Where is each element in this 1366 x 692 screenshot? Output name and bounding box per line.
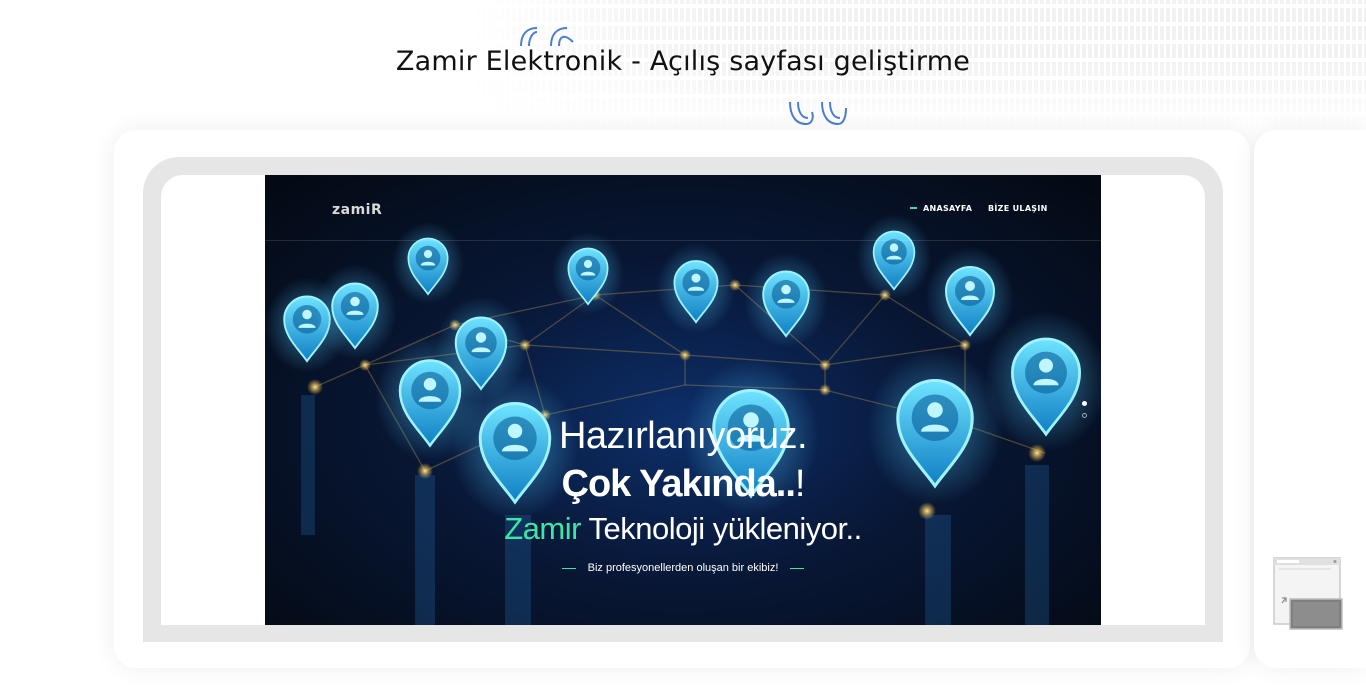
hero-heading-exclaim: ! bbox=[794, 463, 806, 505]
hero-line3-rest: Teknoloji yükleniyor.. bbox=[580, 511, 862, 546]
quote-open-icon bbox=[520, 27, 574, 47]
slider-dot-1[interactable] bbox=[1082, 401, 1087, 406]
tagline-text: Biz profesyonellerden oluşan bir ekibiz! bbox=[587, 562, 779, 574]
tagline-divider-left bbox=[561, 567, 576, 569]
quote-close-icon bbox=[789, 101, 847, 126]
hero-brand-accent: Zamir bbox=[504, 511, 581, 546]
tagline-divider-right bbox=[790, 567, 805, 569]
hero-heading-line2: Çok Yakında..! bbox=[265, 461, 1101, 507]
nav-link-bize-ulasin[interactable]: BİZE ULAŞIN bbox=[988, 204, 1048, 213]
site-logo[interactable]: zamiR bbox=[332, 202, 382, 218]
hero-heading-line3: Zamir Teknoloji yükleniyor.. bbox=[265, 507, 1101, 551]
hero-heading-line1: Hazırlanıyoruz. bbox=[558, 415, 808, 457]
hero-tagline: Biz profesyonellerden oluşan bir ekibiz! bbox=[265, 562, 1101, 574]
nav-link-anasayfa[interactable]: ANASAYFA bbox=[923, 204, 972, 213]
slider-dot-2[interactable] bbox=[1082, 413, 1087, 418]
website-preview[interactable]: zamiR ANASAYFA BİZE ULAŞIN Hazırlanıyoru… bbox=[265, 175, 1101, 625]
page-title: Zamir Elektronik - Açılış sayfası gelişt… bbox=[395, 46, 971, 77]
browser-thumbnail-icon[interactable] bbox=[1273, 557, 1343, 631]
page-header: Zamir Elektronik - Açılış sayfası gelişt… bbox=[0, 22, 1366, 126]
hero-heading-bold: Çok Yakında.. bbox=[561, 463, 796, 505]
hero-text: Hazırlanıyoruz. Çok Yakında..! Zamir Tek… bbox=[265, 411, 1101, 551]
active-nav-indicator bbox=[910, 207, 917, 209]
site-navbar: zamiR ANASAYFA BİZE ULAŞIN bbox=[265, 175, 1101, 241]
network-pins-background bbox=[265, 213, 1101, 625]
